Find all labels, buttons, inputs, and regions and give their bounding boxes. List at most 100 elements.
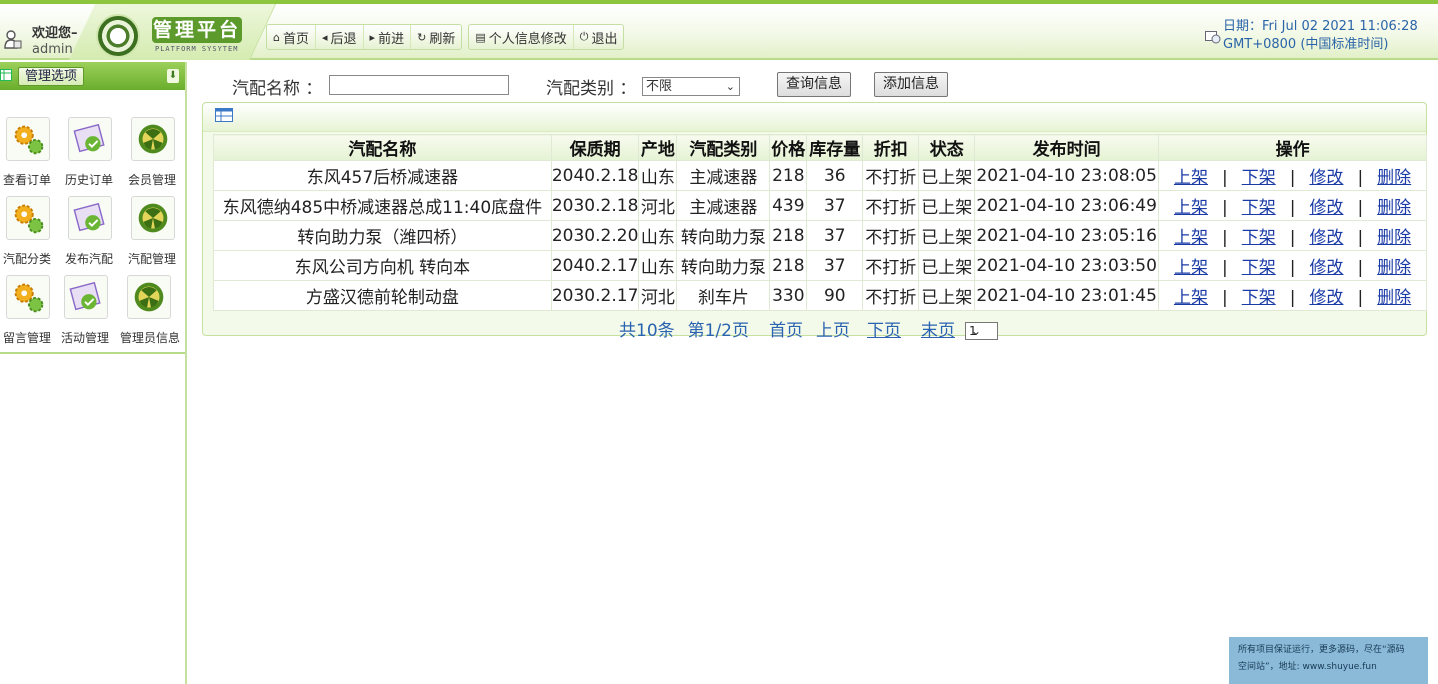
nav-refresh-button[interactable]: ↻ 刷新 [411, 25, 461, 49]
cell-status: 已上架 [918, 160, 976, 191]
add-button[interactable]: 添加信息 [874, 72, 948, 97]
back-arrow-icon: ◂ [322, 30, 328, 44]
top-navigation: ⌂ 首页 ◂ 后退 ▸ 前进 ↻ 刷新 ▤ 个人信息修改 ⏻ 退出 [266, 24, 625, 50]
name-search-input[interactable] [329, 75, 509, 95]
edit-action-link[interactable]: 修改 [1309, 288, 1343, 308]
unlist-action-link[interactable]: 下架 [1242, 258, 1276, 278]
next-page-link[interactable]: 下页 [867, 321, 901, 341]
column-header: 保质期 [550, 134, 640, 161]
cell-stock: 36 [806, 160, 864, 191]
cell-expiry: 2030.2.18 [550, 190, 640, 221]
gear-icon [6, 275, 50, 319]
table-row: 东风457后桥减速器 2040.2.18 山东 主减速器 218 36 不打折 已上架 2021… [213, 160, 1427, 191]
collapse-arrow-icon[interactable]: ⬇ [167, 69, 179, 83]
cell-stock: 37 [806, 250, 864, 281]
prev-page-link[interactable]: 上页 [816, 321, 850, 341]
edit-action-link[interactable]: 修改 [1309, 228, 1343, 248]
delete-action-link[interactable]: 删除 [1377, 258, 1411, 278]
cell-discount: 不打折 [862, 190, 920, 221]
column-header: 操作 [1158, 134, 1427, 161]
sidebar-item-publish-parts[interactable]: 发布汽配 [58, 196, 120, 266]
delete-action-link[interactable]: 删除 [1377, 228, 1411, 248]
page-indicator: 第1/2页 [687, 321, 749, 341]
sidebar-item-parts-management[interactable]: 汽配管理 [121, 196, 183, 266]
nav-back-button[interactable]: ◂ 后退 [316, 25, 364, 49]
list-action-link[interactable]: 上架 [1174, 168, 1208, 188]
action-separator: | [1221, 228, 1228, 248]
type-select-value: 不限 [646, 79, 673, 94]
sidebar-item-label: 汽配管理 [127, 252, 176, 266]
cell-expiry: 2030.2.17 [550, 280, 640, 311]
table-icon [0, 69, 12, 81]
chevron-down-icon: ⌄ [725, 80, 735, 93]
nav-logout-button[interactable]: ⏻ 退出 [574, 25, 624, 49]
cell-expiry: 2040.2.17 [550, 250, 640, 281]
unlist-action-link[interactable]: 下架 [1242, 288, 1276, 308]
cell-publish-time: 2021-04-10 23:01:45 [974, 280, 1160, 311]
column-header: 产地 [638, 134, 678, 161]
first-page-link[interactable]: 首页 [769, 321, 803, 341]
edit-action-link[interactable]: 修改 [1309, 258, 1343, 278]
date-display: 日期：Fri Jul 02 2021 11:06:28 GMT+0800 (中国… [1205, 18, 1428, 58]
cell-price: 218 [769, 220, 808, 251]
welcome-text: 欢迎您– [32, 26, 78, 41]
cell-stock: 90 [806, 280, 864, 311]
calendar-clock-icon [1205, 31, 1221, 44]
delete-action-link[interactable]: 删除 [1377, 168, 1411, 188]
table-header-row: 汽配名称 保质期 产地 汽配类别 价格 库存量 折扣 状态 发布时间 操作 [213, 134, 1427, 161]
gear-icon [6, 196, 50, 240]
sidebar-item-admin-info[interactable]: 管理员信息 [117, 275, 180, 345]
sidebar-item-label: 管理员信息 [119, 331, 180, 345]
last-page-link[interactable]: 末页 [921, 321, 955, 341]
cell-actions: 上架 | 下架 | 修改 | 删除 [1158, 190, 1427, 221]
sidebar-item-view-orders[interactable]: 查看订单 [0, 117, 58, 187]
cell-origin: 河北 [638, 190, 678, 221]
delete-action-link[interactable]: 删除 [1377, 288, 1411, 308]
column-header: 汽配名称 [213, 134, 552, 161]
table-row: 东风公司方向机 转向本 2040.2.17 山东 转向助力泵 218 37 不打折 已上架 20… [213, 250, 1427, 281]
edit-action-link[interactable]: 修改 [1309, 198, 1343, 218]
cell-actions: 上架 | 下架 | 修改 | 删除 [1158, 250, 1427, 281]
watermark-line-2: 空间站”，地址: www.shuyue.fun [1238, 662, 1377, 672]
list-action-link[interactable]: 上架 [1174, 228, 1208, 248]
cell-price: 218 [769, 250, 808, 281]
chevron-down-icon: ⌄ [970, 324, 981, 338]
sidebar-item-activity-management[interactable]: 活动管理 [54, 275, 116, 345]
list-action-link[interactable]: 上架 [1174, 198, 1208, 218]
nav-group-main: ⌂ 首页 ◂ 后退 ▸ 前进 ↻ 刷新 [266, 24, 463, 50]
cell-name: 东风457后桥减速器 [213, 160, 552, 191]
type-select[interactable]: 不限 ⌄ [642, 77, 740, 96]
delete-action-link[interactable]: 删除 [1377, 198, 1411, 218]
cell-origin: 山东 [638, 250, 678, 281]
cell-expiry: 2030.2.20 [550, 220, 640, 251]
action-separator: | [1289, 198, 1296, 218]
total-count: 共10条 [619, 321, 675, 341]
edit-action-link[interactable]: 修改 [1309, 168, 1343, 188]
home-icon: ⌂ [273, 30, 280, 44]
nav-profile-button[interactable]: ▤ 个人信息修改 [469, 25, 574, 49]
column-header: 价格 [769, 134, 808, 161]
nav-profile-label: 个人信息修改 [488, 31, 567, 47]
page-select[interactable]: 1 ⌄ [965, 322, 998, 340]
unlist-action-link[interactable]: 下架 [1242, 168, 1276, 188]
query-button[interactable]: 查询信息 [777, 72, 851, 97]
action-separator: | [1221, 258, 1228, 278]
edit-document-icon [68, 196, 112, 240]
list-action-link[interactable]: 上架 [1174, 258, 1208, 278]
list-action-link[interactable]: 上架 [1174, 288, 1208, 308]
sidebar-item-member-management[interactable]: 会员管理 [121, 117, 183, 187]
data-panel: 汽配名称 保质期 产地 汽配类别 价格 库存量 折扣 状态 发布时间 操作 东风… [202, 102, 1427, 341]
action-separator: | [1289, 228, 1296, 248]
unlist-action-link[interactable]: 下架 [1242, 228, 1276, 248]
nav-home-button[interactable]: ⌂ 首页 [267, 25, 316, 49]
logo-subtitle: PLATFORM SYSYTEM [155, 45, 239, 53]
unlist-action-link[interactable]: 下架 [1242, 198, 1276, 218]
cell-price: 439 [769, 190, 808, 221]
sidebar-item-parts-category[interactable]: 汽配分类 [0, 196, 58, 266]
nav-forward-button[interactable]: ▸ 前进 [364, 25, 412, 49]
cell-origin: 河北 [638, 280, 678, 311]
table-row: 东风德纳485中桥减速器总成11:40底盘件 2030.2.18 河北 主减速器 439… [213, 190, 1427, 221]
sidebar-item-order-history[interactable]: 历史订单 [58, 117, 120, 187]
cell-name: 转向助力泵（潍四桥） [213, 220, 552, 251]
type-label: 汽配类别 ： [546, 79, 637, 99]
